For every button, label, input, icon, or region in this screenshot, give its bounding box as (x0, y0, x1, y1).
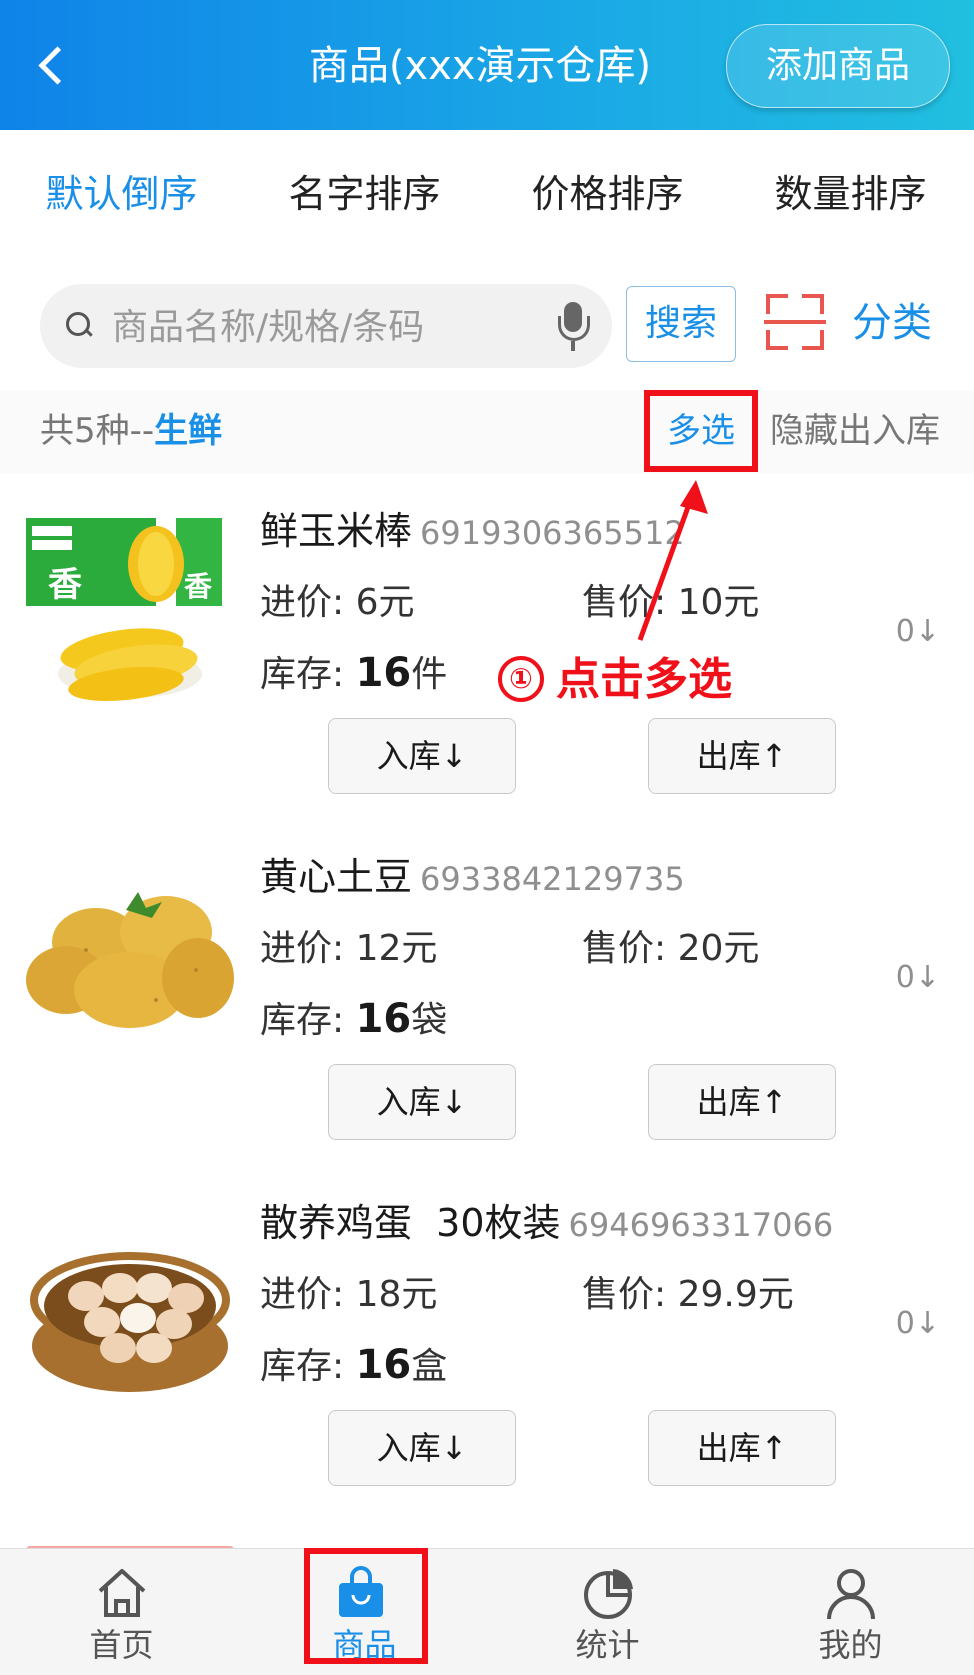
home-icon (98, 1569, 146, 1617)
stock-unit: 盒 (411, 1346, 448, 1387)
stock-out-button[interactable]: 出库↑ (648, 1064, 836, 1140)
stock: 库存: 16件 (260, 646, 447, 702)
svg-text:香: 香 (48, 565, 82, 605)
page-title: 商品(xxx演示仓库) (308, 43, 652, 89)
stock-out-button[interactable]: 出库↑ (648, 1410, 836, 1486)
sort-by-name[interactable]: 名字排序 (243, 130, 486, 258)
search-box (40, 284, 612, 370)
multi-select-button[interactable]: 多选 (644, 390, 758, 472)
stock-unit: 袋 (411, 1000, 448, 1041)
stock-in-button[interactable]: 入库↓ (328, 1064, 516, 1140)
annotation-arrow-icon (637, 480, 708, 641)
svg-text:香: 香 (184, 570, 212, 603)
cost-price: 进价: 18元 (260, 1274, 438, 1315)
microphone-icon[interactable] (556, 302, 592, 352)
product-image-potato (26, 892, 234, 1028)
product-barcode: 6946963317066 (568, 1206, 834, 1244)
user-icon (827, 1569, 875, 1620)
step-badge: ① (498, 656, 544, 702)
tab-home[interactable]: 首页 (0, 1549, 243, 1675)
product-title: 散养鸡蛋 30枚装 (260, 1201, 561, 1245)
add-product-button[interactable]: 添加商品 (726, 24, 950, 108)
product-name: 黄心土豆 6933842129735 (260, 850, 685, 906)
annotation-text: ① 点击多选 (498, 648, 732, 712)
stock-label: 库存: (260, 654, 356, 695)
category-name: 生鲜 (154, 411, 223, 451)
sort-default-desc[interactable]: 默认倒序 (0, 130, 243, 258)
tab-statistics[interactable]: 统计 (486, 1549, 729, 1675)
cost-price: 进价: 12元 (260, 928, 438, 969)
stock-value: 16 (355, 996, 412, 1042)
product-count: 共5种--生鲜 (40, 406, 222, 456)
stock-value: 16 (355, 650, 412, 696)
product-item[interactable]: 香 香 鲜玉米棒 6919306365512 进价: 6元 售价: 10元 库存:… (14, 474, 962, 821)
sort-by-quantity[interactable]: 数量排序 (729, 130, 972, 258)
stock-label: 库存: (260, 1346, 356, 1387)
stock-value: 16 (355, 1342, 412, 1388)
tab-label: 首页 (89, 1626, 154, 1664)
product-barcode: 6933842129735 (420, 860, 685, 898)
count-text: 共5种-- (40, 411, 155, 451)
sale-price: 售价: 20元 (582, 928, 760, 969)
category-button[interactable]: 分类 (852, 294, 932, 352)
tab-label: 我的 (818, 1626, 883, 1664)
search-button[interactable]: 搜索 (626, 286, 736, 362)
product-title: 鲜玉米棒 (260, 509, 413, 553)
product-item[interactable]: 黄心土豆 6933842129735 进价: 12元 售价: 20元 库存: 16… (14, 820, 962, 1167)
product-name: 散养鸡蛋 30枚装 6946963317066 (260, 1196, 833, 1252)
app-header: 商品(xxx演示仓库) 添加商品 (0, 0, 974, 130)
back-button[interactable] (30, 38, 90, 98)
search-row: 搜索 分类 (0, 258, 974, 391)
cost-price: 进价: 6元 (260, 582, 415, 623)
tab-label: 统计 (575, 1626, 640, 1664)
pie-chart-icon (584, 1569, 633, 1619)
tab-highlight-box (304, 1548, 428, 1664)
product-image-eggs (30, 1252, 230, 1392)
product-title: 黄心土豆 (260, 855, 413, 899)
scan-icon[interactable] (764, 294, 826, 350)
hide-inout-toggle[interactable]: 隐藏出入库 (770, 406, 940, 456)
stock-in-button[interactable]: 入库↓ (328, 1410, 516, 1486)
product-item[interactable]: 散养鸡蛋 30枚装 6946963317066 进价: 18元 售价: 29.9元… (14, 1166, 962, 1513)
stock: 库存: 16盒 (260, 1338, 447, 1394)
sale-price: 售价: 29.9元 (582, 1274, 794, 1315)
annotation-label: 点击多选 (556, 654, 732, 705)
search-input[interactable] (110, 284, 534, 370)
list-info-row: 共5种--生鲜 多选 隐藏出入库 (0, 390, 974, 474)
quantity-indicator[interactable]: 0↓ (896, 1306, 940, 1341)
quantity-indicator[interactable]: 0↓ (896, 614, 940, 649)
stock-label: 库存: (260, 1000, 356, 1041)
product-image-corn: 香 香 (26, 518, 222, 702)
stock: 库存: 16袋 (260, 992, 447, 1048)
tab-mine[interactable]: 我的 (729, 1549, 972, 1675)
stock-out-button[interactable]: 出库↑ (648, 718, 836, 794)
search-icon (66, 312, 93, 338)
quantity-indicator[interactable]: 0↓ (896, 960, 940, 995)
sort-bar: 默认倒序 名字排序 价格排序 数量排序 (0, 130, 974, 259)
bottom-tab-bar: 首页 商品 统计 我的 (0, 1548, 974, 1675)
stock-in-button[interactable]: 入库↓ (328, 718, 516, 794)
stock-unit: 件 (411, 654, 448, 695)
sort-by-price[interactable]: 价格排序 (486, 130, 729, 258)
back-icon (38, 46, 77, 85)
